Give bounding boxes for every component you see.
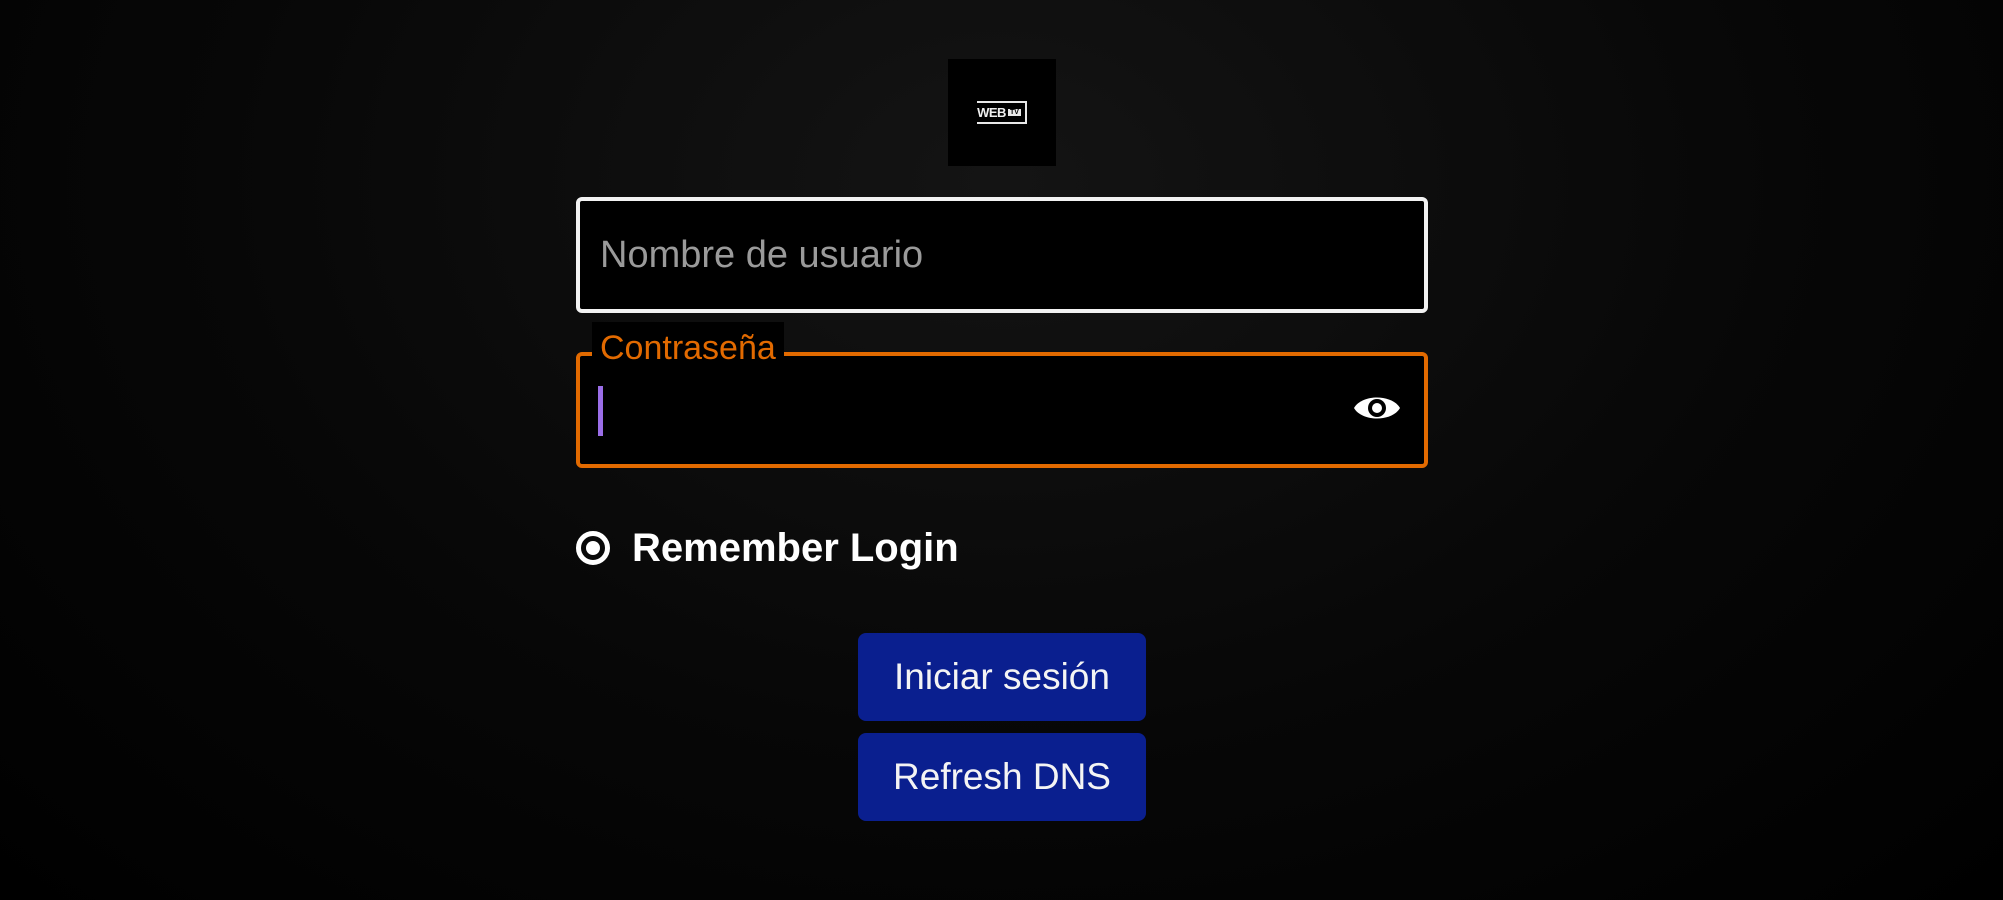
login-screen: WEB TV Contraseña Remember Login Iniciar… [0,0,2003,900]
app-logo: WEB TV [948,59,1056,166]
logo-mark: WEB TV [977,101,1027,124]
radio-checked-icon[interactable] [576,531,610,565]
text-caret [598,386,603,436]
username-field[interactable] [576,197,1428,313]
eye-icon[interactable] [1352,388,1402,428]
username-input[interactable] [600,201,1400,309]
logo-word: WEB [977,105,1006,120]
remember-login-label: Remember Login [632,525,959,570]
radio-dot [586,541,600,555]
login-button[interactable]: Iniciar sesión [858,633,1146,721]
logo-sub: TV [1007,109,1021,116]
password-input[interactable] [608,356,1328,464]
remember-login-toggle[interactable]: Remember Login [576,520,959,576]
password-field[interactable]: Contraseña [576,322,1428,468]
refresh-dns-button[interactable]: Refresh DNS [858,733,1146,821]
